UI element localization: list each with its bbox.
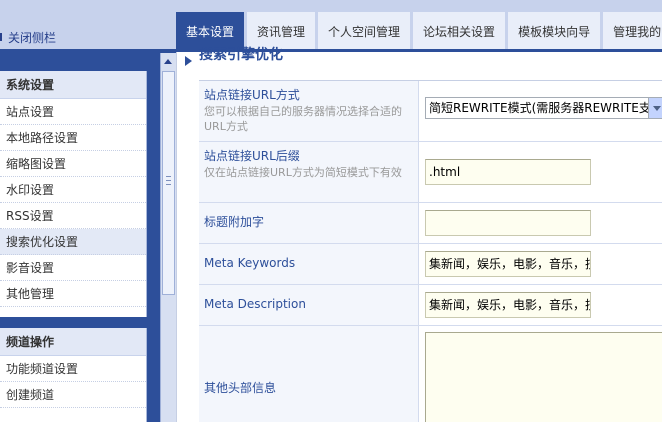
form-label-cell: 标题附加字 xyxy=(199,203,419,243)
tab-label: 个人空间管理 xyxy=(328,24,401,39)
main-tabs: 基本设置 资讯管理 个人空间管理 论坛相关设置 模板模块向导 管理我的 xyxy=(176,12,662,50)
tab-basic-settings[interactable]: 基本设置 xyxy=(176,12,245,50)
field-label: 站点链接URL方式 xyxy=(204,88,300,102)
tab-label: 管理我的 xyxy=(613,24,662,39)
form-control-cell: 简短REWRITE模式(需服务器REWRITE支持) xyxy=(419,81,662,141)
sidebar-item-local-path[interactable]: 本地路径设置 xyxy=(0,125,146,151)
tab-label: 基本设置 xyxy=(186,24,235,39)
tab-news-management[interactable]: 资讯管理 xyxy=(247,12,316,50)
sidebar-toggle-label: 关闭侧栏 xyxy=(8,30,57,45)
chevron-down-icon[interactable] xyxy=(648,98,662,118)
field-label: 标题附加字 xyxy=(204,215,265,229)
meta-keywords-input[interactable]: 集新闻，娱乐，电影，音乐，技术 xyxy=(425,251,591,277)
tab-label: 模板模块向导 xyxy=(518,24,591,39)
title-suffix-input[interactable] xyxy=(425,210,591,236)
form-control-cell: .html xyxy=(419,142,662,202)
seo-form: 站点链接URL方式 您可以根据自己的服务器情况选择合适的URL方式 简短REWR… xyxy=(199,80,662,422)
field-label: Meta Keywords xyxy=(204,256,296,270)
field-label: 站点链接URL后缀 xyxy=(204,149,300,163)
form-label-cell: 其他头部信息 xyxy=(199,326,419,422)
extra-head-textarea[interactable] xyxy=(425,332,662,422)
grip-icon xyxy=(166,176,171,185)
tab-label: 论坛相关设置 xyxy=(423,24,496,39)
sidebar-item-thumbnail[interactable]: 缩略图设置 xyxy=(0,151,146,177)
sidebar-group-title: 系统设置 xyxy=(0,71,146,99)
url-suffix-input[interactable]: .html xyxy=(425,159,591,185)
tab-template-wizard[interactable]: 模板模块向导 xyxy=(508,12,601,50)
sidebar-item-other[interactable]: 其他管理 xyxy=(0,281,146,307)
select-value: 简短REWRITE模式(需服务器REWRITE支持) xyxy=(429,101,662,115)
form-label-cell: 站点链接URL后缀 仅在站点链接URL方式为简短模式下有效 xyxy=(199,142,419,202)
form-row-url-mode: 站点链接URL方式 您可以根据自己的服务器情况选择合适的URL方式 简短REWR… xyxy=(199,81,662,142)
field-label: 其他头部信息 xyxy=(204,381,277,395)
meta-description-input[interactable]: 集新闻，娱乐，电影，音乐，技术 xyxy=(425,292,591,318)
form-label-cell: Meta Description xyxy=(199,285,419,325)
form-row-title-suffix: 标题附加字 xyxy=(199,203,662,244)
tab-personal-space[interactable]: 个人空间管理 xyxy=(318,12,411,50)
section-title: 搜索引擎优化 xyxy=(185,47,283,72)
sidebar-group-channel: 频道操作 功能频道设置 创建频道 xyxy=(0,328,147,422)
sidebar-toggle-icon xyxy=(0,33,6,41)
form-row-meta-keywords: Meta Keywords 集新闻，娱乐，电影，音乐，技术 xyxy=(199,244,662,285)
form-row-url-suffix: 站点链接URL后缀 仅在站点链接URL方式为简短模式下有效 .html xyxy=(199,142,662,203)
form-row-extra-head: 其他头部信息 xyxy=(199,326,662,422)
top-header: 关闭侧栏 基本设置 资讯管理 个人空间管理 论坛相关设置 模板模块向导 管理我的 xyxy=(0,0,662,50)
tab-label: 资讯管理 xyxy=(257,24,306,39)
field-label: Meta Description xyxy=(204,297,306,311)
sidebar-item-create-channel[interactable]: 创建频道 xyxy=(0,382,146,408)
sidebar-group-system: 系统设置 站点设置 本地路径设置 缩略图设置 水印设置 RSS设置 搜索优化设置… xyxy=(0,71,147,317)
main-content: 搜索引擎优化 站点链接URL方式 您可以根据自己的服务器情况选择合适的URL方式… xyxy=(176,47,662,422)
form-control-cell xyxy=(419,326,662,422)
tab-forum-settings[interactable]: 论坛相关设置 xyxy=(413,12,506,50)
field-description: 仅在站点链接URL方式为简短模式下有效 xyxy=(204,166,402,179)
form-label-cell: Meta Keywords xyxy=(199,244,419,284)
sidebar-scrollbar[interactable] xyxy=(160,53,176,422)
sidebar-item-media[interactable]: 影音设置 xyxy=(0,255,146,281)
sidebar: 系统设置 站点设置 本地路径设置 缩略图设置 水印设置 RSS设置 搜索优化设置… xyxy=(0,52,176,422)
form-control-cell: 集新闻，娱乐，电影，音乐，技术 xyxy=(419,244,662,284)
tab-manage-mine[interactable]: 管理我的 xyxy=(603,12,662,50)
form-control-cell xyxy=(419,203,662,243)
sidebar-item-site-settings[interactable]: 站点设置 xyxy=(0,99,146,125)
sidebar-item-function-channel[interactable]: 功能频道设置 xyxy=(0,356,146,382)
sidebar-group-title: 频道操作 xyxy=(0,328,146,356)
scrollbar-thumb[interactable] xyxy=(162,71,175,295)
section-title-text: 搜索引擎优化 xyxy=(199,47,283,63)
sidebar-item-watermark[interactable]: 水印设置 xyxy=(0,177,146,203)
scroll-up-icon[interactable] xyxy=(164,59,172,64)
field-description: 您可以根据自己的服务器情况选择合适的URL方式 xyxy=(204,105,402,133)
form-label-cell: 站点链接URL方式 您可以根据自己的服务器情况选择合适的URL方式 xyxy=(199,81,419,141)
triangle-right-icon xyxy=(185,56,192,66)
form-control-cell: 集新闻，娱乐，电影，音乐，技术 xyxy=(419,285,662,325)
url-mode-select[interactable]: 简短REWRITE模式(需服务器REWRITE支持) xyxy=(425,97,662,119)
form-row-meta-description: Meta Description 集新闻，娱乐，电影，音乐，技术 xyxy=(199,285,662,326)
sidebar-item-rss[interactable]: RSS设置 xyxy=(0,203,146,229)
sidebar-toggle[interactable]: 关闭侧栏 xyxy=(0,28,56,46)
sidebar-item-seo[interactable]: 搜索优化设置 xyxy=(0,229,146,255)
